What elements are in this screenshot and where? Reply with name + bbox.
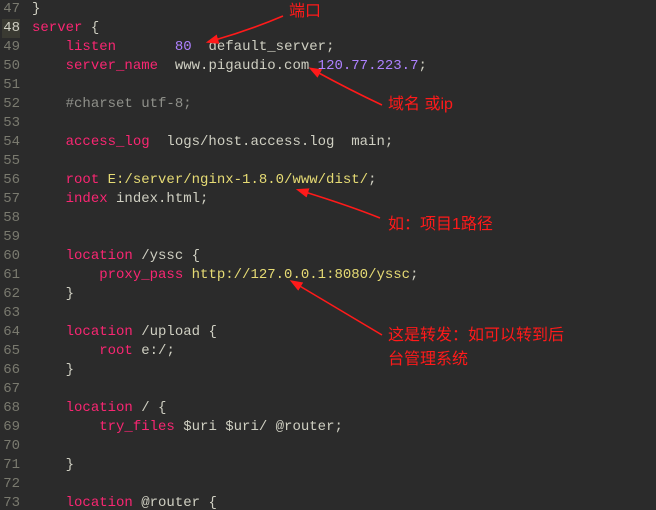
line-number: 60 <box>2 247 20 266</box>
line-number: 50 <box>2 57 20 76</box>
line-number: 70 <box>2 437 20 456</box>
code-line: proxy_pass http://127.0.0.1:8080/yssc; <box>32 266 656 285</box>
line-number: 73 <box>2 494 20 510</box>
line-number: 71 <box>2 456 20 475</box>
code-line: try_files $uri $uri/ @router; <box>32 418 656 437</box>
code-line: location @router { <box>32 494 656 510</box>
code-line <box>32 228 656 247</box>
line-number: 61 <box>2 266 20 285</box>
code-editor: 4748495051525354555657585960616263646566… <box>0 0 656 510</box>
code-line: } <box>32 0 656 19</box>
code-line: root E:/server/nginx-1.8.0/www/dist/; <box>32 171 656 190</box>
code-line <box>32 437 656 456</box>
line-number: 51 <box>2 76 20 95</box>
code-line: listen 80 default_server; <box>32 38 656 57</box>
code-line: index index.html; <box>32 190 656 209</box>
code-line: location /yssc { <box>32 247 656 266</box>
line-number: 55 <box>2 152 20 171</box>
line-number: 57 <box>2 190 20 209</box>
line-number: 53 <box>2 114 20 133</box>
code-line <box>32 76 656 95</box>
code-line: access_log logs/host.access.log main; <box>32 133 656 152</box>
code-line: location /upload { <box>32 323 656 342</box>
code-line: server_name www.pigaudio.com 120.77.223.… <box>32 57 656 76</box>
code-line <box>32 209 656 228</box>
line-number: 68 <box>2 399 20 418</box>
code-line: location / { <box>32 399 656 418</box>
code-line <box>32 380 656 399</box>
code-line: #charset utf-8; <box>32 95 656 114</box>
line-number: 65 <box>2 342 20 361</box>
line-number: 62 <box>2 285 20 304</box>
line-number: 48 <box>2 19 20 38</box>
line-number: 69 <box>2 418 20 437</box>
code-line <box>32 114 656 133</box>
code-line: } <box>32 285 656 304</box>
line-number: 49 <box>2 38 20 57</box>
line-number: 66 <box>2 361 20 380</box>
code-line <box>32 475 656 494</box>
line-number: 58 <box>2 209 20 228</box>
line-number: 56 <box>2 171 20 190</box>
code-line: } <box>32 456 656 475</box>
line-number: 64 <box>2 323 20 342</box>
code-line: root e:/; <box>32 342 656 361</box>
line-number: 63 <box>2 304 20 323</box>
code-line <box>32 304 656 323</box>
line-number: 52 <box>2 95 20 114</box>
line-number: 72 <box>2 475 20 494</box>
code-line <box>32 152 656 171</box>
line-number-gutter: 4748495051525354555657585960616263646566… <box>0 0 26 510</box>
code-line: } <box>32 361 656 380</box>
code-line: server { <box>32 19 656 38</box>
line-number: 59 <box>2 228 20 247</box>
line-number: 54 <box>2 133 20 152</box>
line-number: 67 <box>2 380 20 399</box>
line-number: 47 <box>2 0 20 19</box>
code-area: }server { listen 80 default_server; serv… <box>26 0 656 510</box>
